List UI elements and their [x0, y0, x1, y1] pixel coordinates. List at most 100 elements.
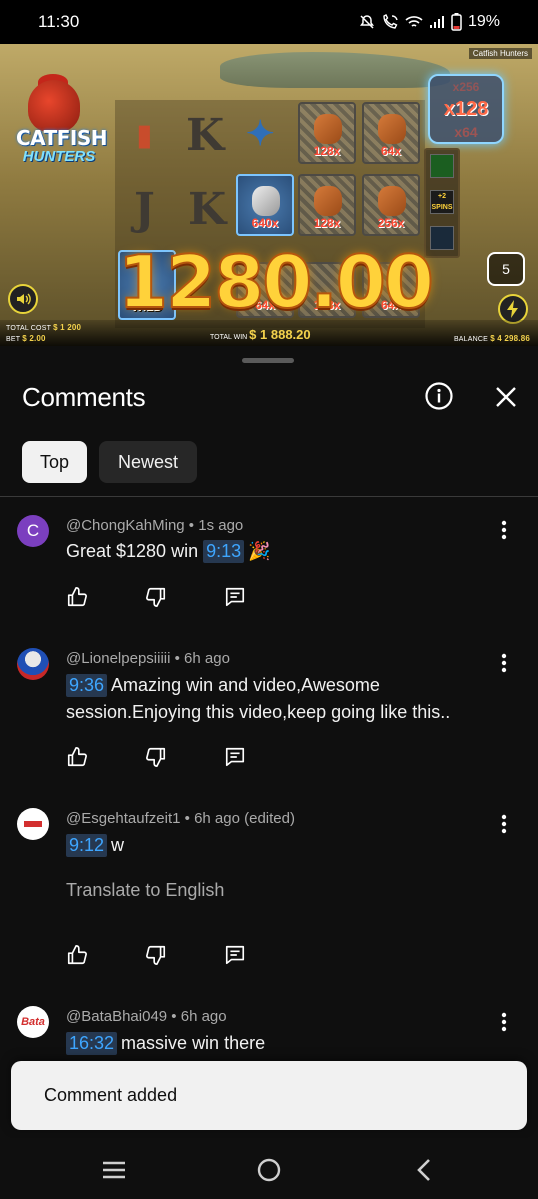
multiplier-sub: x64 — [454, 124, 478, 140]
reply-icon — [225, 945, 245, 965]
filter-chip-top[interactable]: Top — [22, 441, 87, 483]
divider — [0, 496, 538, 497]
info-icon — [425, 382, 453, 410]
multiplier-cell: 128x — [298, 174, 356, 236]
battery-percent: 19% — [467, 13, 500, 30]
reply-icon — [225, 747, 245, 767]
comment-age: 6h ago (edited) — [194, 810, 295, 827]
more-options-button[interactable] — [494, 812, 514, 836]
multiplier-cell: 256x — [362, 174, 420, 236]
beer-can-symbol: ▮ — [136, 118, 153, 153]
battery-icon — [451, 13, 462, 31]
timestamp-link[interactable]: 9:13 — [203, 540, 245, 563]
home-button[interactable] — [254, 1156, 284, 1184]
reply-button[interactable] — [222, 584, 248, 610]
avatar[interactable] — [17, 648, 49, 680]
comment-author[interactable]: @Esgehtaufzeit1 — [66, 810, 180, 827]
big-win-amount: 1280.00 — [117, 239, 435, 325]
more-options-button[interactable] — [494, 1010, 514, 1034]
video-player[interactable]: Catfish Hunters CATFISH HUNTERS ▮ K ✦ J … — [0, 44, 538, 346]
like-button[interactable] — [64, 744, 90, 770]
timestamp-link[interactable]: 9:12 — [66, 834, 108, 857]
comment-actions — [64, 942, 301, 968]
channel-logo-icon — [24, 821, 42, 827]
rooster-logo-icon — [28, 80, 80, 132]
reply-button[interactable] — [222, 744, 248, 770]
back-icon — [417, 1159, 430, 1181]
multiplier-main: x128 — [443, 98, 489, 120]
symbol-k-2: K — [188, 184, 227, 235]
recents-button[interactable] — [99, 1156, 129, 1184]
avatar[interactable]: C — [17, 515, 49, 547]
timestamp-link[interactable]: 9:36 — [66, 674, 108, 697]
more-options-button[interactable] — [494, 651, 514, 675]
close-button[interactable] — [492, 383, 520, 411]
multiplier-cell: 640x — [236, 174, 294, 236]
total-win: TOTAL WIN $ 1 888.20 — [210, 327, 311, 342]
spin-count: 5 — [487, 252, 525, 286]
total-cost: TOTAL COST $ 1 200 — [6, 323, 82, 332]
close-icon — [496, 387, 516, 407]
comment-meta: @BataBhai049 • 6h ago — [66, 1008, 227, 1025]
balance: BALANCE $ 4 298.86 — [453, 334, 530, 343]
counter-icon — [430, 226, 454, 250]
signal-icon — [429, 15, 445, 29]
speaker-icon — [17, 293, 31, 305]
spins-badge: +2 SPINS — [430, 190, 454, 214]
multiplier-top: x256 — [452, 80, 480, 94]
comment-age: 6h ago — [180, 1008, 227, 1025]
thumbs-down-icon — [146, 945, 166, 965]
dislike-button[interactable] — [143, 744, 169, 770]
symbol-k-1: K — [186, 110, 225, 161]
comment-author[interactable]: @ChongKahMing — [66, 517, 185, 534]
dislike-button[interactable] — [143, 942, 169, 968]
lightning-icon — [507, 300, 518, 318]
multiplier-box: x256 x128 x64 — [428, 74, 504, 144]
system-nav-bar — [0, 1138, 538, 1199]
comment-actions — [64, 744, 301, 770]
like-button[interactable] — [64, 942, 90, 968]
bet: BET $ 2.00 — [6, 334, 46, 343]
sound-button[interactable] — [8, 284, 38, 314]
sheet-title: Comments — [22, 382, 146, 412]
game-hud: TOTAL COST $ 1 200 BET $ 2.00 TOTAL WIN … — [0, 320, 538, 346]
avatar[interactable]: Bata — [17, 1006, 49, 1038]
info-button[interactable] — [424, 381, 454, 411]
like-button[interactable] — [64, 584, 90, 610]
timestamp-link[interactable]: 16:32 — [66, 1032, 118, 1055]
translate-link[interactable]: Translate to English — [66, 880, 224, 901]
ticket-icon — [430, 154, 454, 178]
comment-text: Great $1280 win 9:13 🎉 — [66, 540, 271, 563]
drag-handle[interactable] — [242, 358, 294, 363]
comment-text: 16:32 massive win there — [66, 1030, 506, 1057]
party-emoji: 🎉 — [248, 541, 271, 561]
multiplier-cell: 128x — [298, 102, 356, 164]
reply-icon — [225, 587, 245, 607]
wifi-calling-icon — [381, 14, 399, 30]
avatar[interactable] — [17, 808, 49, 840]
thumbs-up-icon — [67, 747, 87, 767]
logo-subtitle: HUNTERS — [22, 148, 96, 165]
thumbs-up-icon — [67, 587, 87, 607]
recents-icon — [103, 1161, 125, 1179]
toast-snackbar: Comment added — [11, 1061, 527, 1130]
lure-symbol: ✦ — [246, 114, 275, 154]
reply-button[interactable] — [222, 942, 248, 968]
comment-age: 1s ago — [198, 517, 244, 534]
multiplier-cell: 64x — [362, 102, 420, 164]
more-options-button[interactable] — [494, 518, 514, 542]
comment-meta: @Lionelpepsiiiii • 6h ago — [66, 650, 230, 667]
filter-chip-newest[interactable]: Newest — [99, 441, 197, 483]
more-vert-icon — [501, 653, 507, 673]
comment-author[interactable]: @Lionelpepsiiiii — [66, 650, 170, 667]
thumbs-down-icon — [146, 587, 166, 607]
dislike-button[interactable] — [143, 584, 169, 610]
bata-logo-icon: Bata — [21, 1016, 45, 1028]
comment-meta: @Esgehtaufzeit1 • 6h ago (edited) — [66, 810, 295, 827]
home-icon — [257, 1158, 281, 1182]
comment-author[interactable]: @BataBhai049 — [66, 1008, 167, 1025]
comment-actions — [64, 584, 301, 610]
back-button[interactable] — [409, 1156, 439, 1184]
comment-meta: @ChongKahMing • 1s ago — [66, 517, 244, 534]
comment-text: 9:36 Amazing win and video,Awesome session… — [66, 674, 451, 722]
